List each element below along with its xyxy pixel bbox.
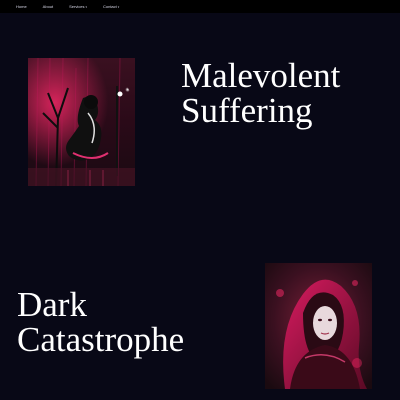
page: Home About Services▾ Contact▾ Malevolent…	[0, 0, 400, 400]
nav-menu: Home About Services▾ Contact▾	[16, 0, 135, 13]
nav-item-label: Home	[16, 4, 27, 9]
nav-item-label: About	[42, 4, 54, 9]
nav-item-services[interactable]: Services▾	[69, 0, 87, 14]
top-navbar: Home About Services▾ Contact▾	[0, 0, 400, 13]
section-title: Malevolent Suffering	[181, 58, 340, 128]
dark-catastrophe-artwork	[265, 263, 372, 389]
section-title-line: Catastrophe	[17, 320, 185, 359]
section-title-line: Suffering	[181, 91, 313, 130]
nav-item-about[interactable]: About	[43, 0, 53, 13]
nav-item-home[interactable]: Home	[16, 0, 27, 13]
nav-item-label: Services	[69, 3, 85, 9]
chevron-down-icon: ▾	[117, 4, 120, 9]
section-title-line: Dark	[17, 285, 87, 324]
malevolent-suffering-artwork	[28, 58, 135, 186]
section-title: Dark Catastrophe	[17, 287, 184, 357]
section-title-line: Malevolent	[181, 56, 341, 95]
nav-item-label: Contact	[102, 3, 117, 9]
nav-item-contact[interactable]: Contact▾	[103, 0, 119, 14]
chevron-down-icon: ▾	[85, 4, 87, 9]
